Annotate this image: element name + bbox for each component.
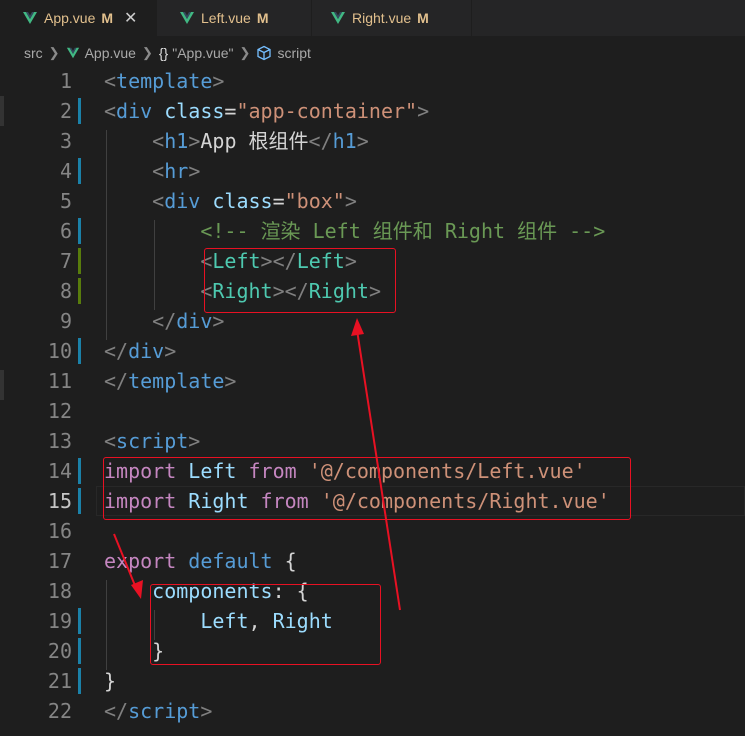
arrow-head-down [131, 580, 143, 599]
arrow-line-down [113, 533, 137, 589]
arrow-line-up [356, 329, 401, 611]
annotation-arrows [113, 318, 401, 611]
arrow-head-up [351, 318, 364, 336]
